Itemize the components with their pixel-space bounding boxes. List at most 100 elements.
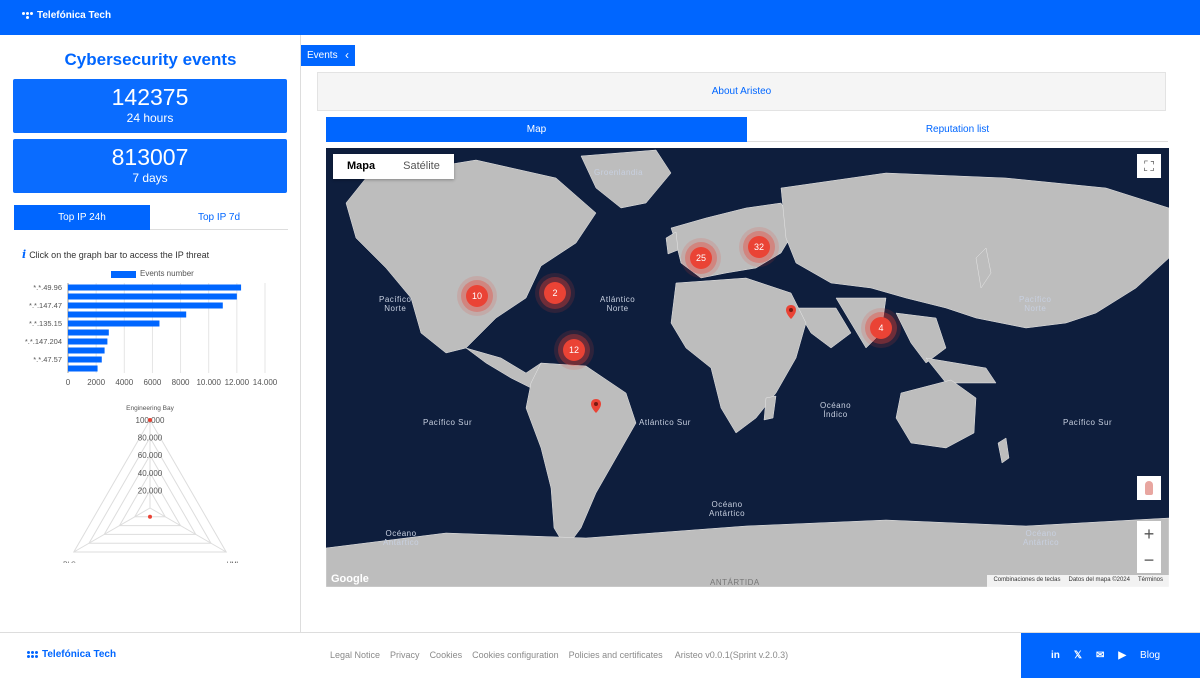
y-tick-label: *.*.47.57 xyxy=(33,355,62,364)
mail-icon[interactable]: ✉ xyxy=(1096,650,1104,661)
label-pacific-south-west: Pacífico Sur xyxy=(423,418,473,427)
radar-spoke xyxy=(73,507,151,553)
zoom-in-icon[interactable]: + xyxy=(1137,521,1161,547)
x-tick-label: 2000 xyxy=(87,378,105,387)
footer: Telefónica Tech Legal Notice Privacy Coo… xyxy=(0,632,1200,678)
map-type-mapa[interactable]: Mapa xyxy=(333,154,389,179)
radar-axis-label: HMI xyxy=(227,561,239,563)
version-text: Aristeo v0.0.1(Sprint v.2.0.3) xyxy=(674,650,789,660)
top-ip-bar-chart[interactable]: 0 2000 4000 6000 8000 10.000 12.000 14.000 *.*.4… xyxy=(20,280,290,396)
ip-bar[interactable] xyxy=(68,338,108,345)
ip-bar[interactable] xyxy=(68,320,160,327)
label-pacific-north-west: Pacífico Norte xyxy=(379,295,412,313)
attr-terms[interactable]: Términos xyxy=(1138,577,1163,585)
youtube-icon[interactable]: ▶ xyxy=(1118,650,1126,661)
tab-reputation-list[interactable]: Reputation list xyxy=(747,117,1168,142)
brand-name: Telefónica Tech xyxy=(37,10,112,21)
ip-bar[interactable] xyxy=(68,311,187,318)
ip-bar[interactable] xyxy=(68,293,237,300)
left-panel: Cybersecurity events 142375 24 hours 813… xyxy=(0,35,301,632)
panel-title: Cybersecurity events xyxy=(64,50,237,69)
y-tick-label: *.*.147.47 xyxy=(29,301,62,310)
tab-map[interactable]: Map xyxy=(326,117,747,142)
label-southern-ocean-center: Océano Antártico xyxy=(709,500,746,518)
stat-label: 24 hours xyxy=(126,111,174,125)
events-label: Events xyxy=(307,50,338,61)
event-cluster[interactable]: 12 xyxy=(563,339,585,361)
linkedin-icon[interactable]: in xyxy=(1051,650,1060,661)
telefonica-logo-icon xyxy=(22,12,33,19)
map-attribution: Combinaciones de teclas Datos del mapa ©… xyxy=(987,575,1169,587)
x-tick-label: 8000 xyxy=(172,378,190,387)
stat-label: 7 days xyxy=(132,171,168,185)
ip-bar[interactable] xyxy=(68,347,105,354)
link-privacy[interactable]: Privacy xyxy=(390,650,420,660)
pegman-icon[interactable] xyxy=(1137,476,1161,500)
stat-card-7d: 813007 7 days xyxy=(13,139,287,193)
label-groenlandia: Groenlandia xyxy=(594,168,644,177)
x-tick-label: 0 xyxy=(66,378,71,387)
google-logo: Google xyxy=(331,573,369,585)
x-tick-label: 14.000 xyxy=(253,378,278,387)
event-cluster[interactable]: 32 xyxy=(748,236,770,258)
map-type-control: Mapa Satélite xyxy=(333,154,454,179)
main-panel: Events ‹ About Aristeo Map Reputation li… xyxy=(301,35,1200,632)
radar-axis-label: PLC xyxy=(63,561,76,563)
legend-swatch xyxy=(111,271,136,278)
link-cookies[interactable]: Cookies xyxy=(430,650,463,660)
label-atlantic-south: Atlántico Sur xyxy=(639,418,691,427)
chart-hint: i Click on the graph bar to access the I… xyxy=(22,248,209,261)
events-toggle-button[interactable]: Events ‹ xyxy=(301,45,355,66)
ip-bar[interactable] xyxy=(68,302,223,309)
top-bar: Telefónica Tech xyxy=(0,0,1200,35)
stat-value: 813007 xyxy=(111,144,189,170)
footer-brand[interactable]: Telefónica Tech xyxy=(27,649,116,660)
event-cluster[interactable]: 2 xyxy=(544,282,566,304)
label-atlantic-north: Atlántico Norte xyxy=(600,295,636,313)
radar-chart: 20.00040.00060.00080.000100.000Engineeri… xyxy=(63,405,239,563)
radar-axis-label: Engineering Bay xyxy=(126,405,174,412)
tab-top-ip-24h[interactable]: Top IP 24h xyxy=(14,205,150,230)
ip-bar[interactable] xyxy=(68,284,242,291)
y-tick-label: *.*.147.204 xyxy=(25,337,62,346)
radar-tick-label: 40.000 xyxy=(138,469,163,478)
blog-link[interactable]: Blog xyxy=(1140,650,1160,661)
event-cluster[interactable]: 10 xyxy=(466,285,488,307)
link-cookies-configuration[interactable]: Cookies configuration xyxy=(472,650,559,660)
map-type-satelite[interactable]: Satélite xyxy=(389,154,454,179)
footer-brand-name: Telefónica Tech xyxy=(42,649,117,660)
zoom-control: + − xyxy=(1137,521,1161,573)
fullscreen-icon[interactable]: ⛶ xyxy=(1137,154,1161,178)
x-tick-label: 10.000 xyxy=(196,378,221,387)
legend-label: Events number xyxy=(140,269,194,278)
link-policies[interactable]: Policies and certificates xyxy=(569,650,663,660)
x-icon[interactable]: 𝕏 xyxy=(1074,650,1082,661)
label-indian-ocean: Océano Índico xyxy=(820,401,852,419)
chevron-left-icon: ‹ xyxy=(345,48,349,62)
ip-bar[interactable] xyxy=(68,365,98,372)
tab-top-ip-7d[interactable]: Top IP 7d xyxy=(150,205,288,230)
brand-logo[interactable]: Telefónica Tech xyxy=(22,10,111,21)
ip-bar[interactable] xyxy=(68,329,109,336)
telefonica-logo-icon xyxy=(27,651,38,658)
map-pin-icon[interactable] xyxy=(591,399,601,413)
footer-social: in 𝕏 ✉ ▶ Blog xyxy=(1021,633,1200,678)
zoom-out-icon[interactable]: − xyxy=(1137,547,1161,573)
label-antarctica: ANTÁRTIDA xyxy=(710,578,760,587)
link-legal-notice[interactable]: Legal Notice xyxy=(330,650,380,660)
map-pin-icon[interactable] xyxy=(786,305,796,319)
event-cluster[interactable]: 25 xyxy=(690,247,712,269)
world-map[interactable]: Mapa Satélite ⛶ Groenlandia Pacífico Nor… xyxy=(326,148,1169,587)
about-aristeo-link[interactable]: About Aristeo xyxy=(317,72,1166,111)
attr-shortcuts[interactable]: Combinaciones de teclas xyxy=(993,577,1060,585)
info-icon: i xyxy=(22,248,27,261)
label-pacific-south-east: Pacífico Sur xyxy=(1063,418,1113,427)
x-tick-label: 4000 xyxy=(115,378,133,387)
event-cluster[interactable]: 4 xyxy=(870,317,892,339)
stat-value: 142375 xyxy=(111,84,189,110)
view-tabs: Map Reputation list xyxy=(326,117,1168,142)
label-pacific-north-east: Pacífico Norte xyxy=(1019,295,1052,313)
x-tick-label: 12.000 xyxy=(225,378,250,387)
radar-tick-label: 80.000 xyxy=(138,434,163,443)
ip-bar[interactable] xyxy=(68,356,102,363)
